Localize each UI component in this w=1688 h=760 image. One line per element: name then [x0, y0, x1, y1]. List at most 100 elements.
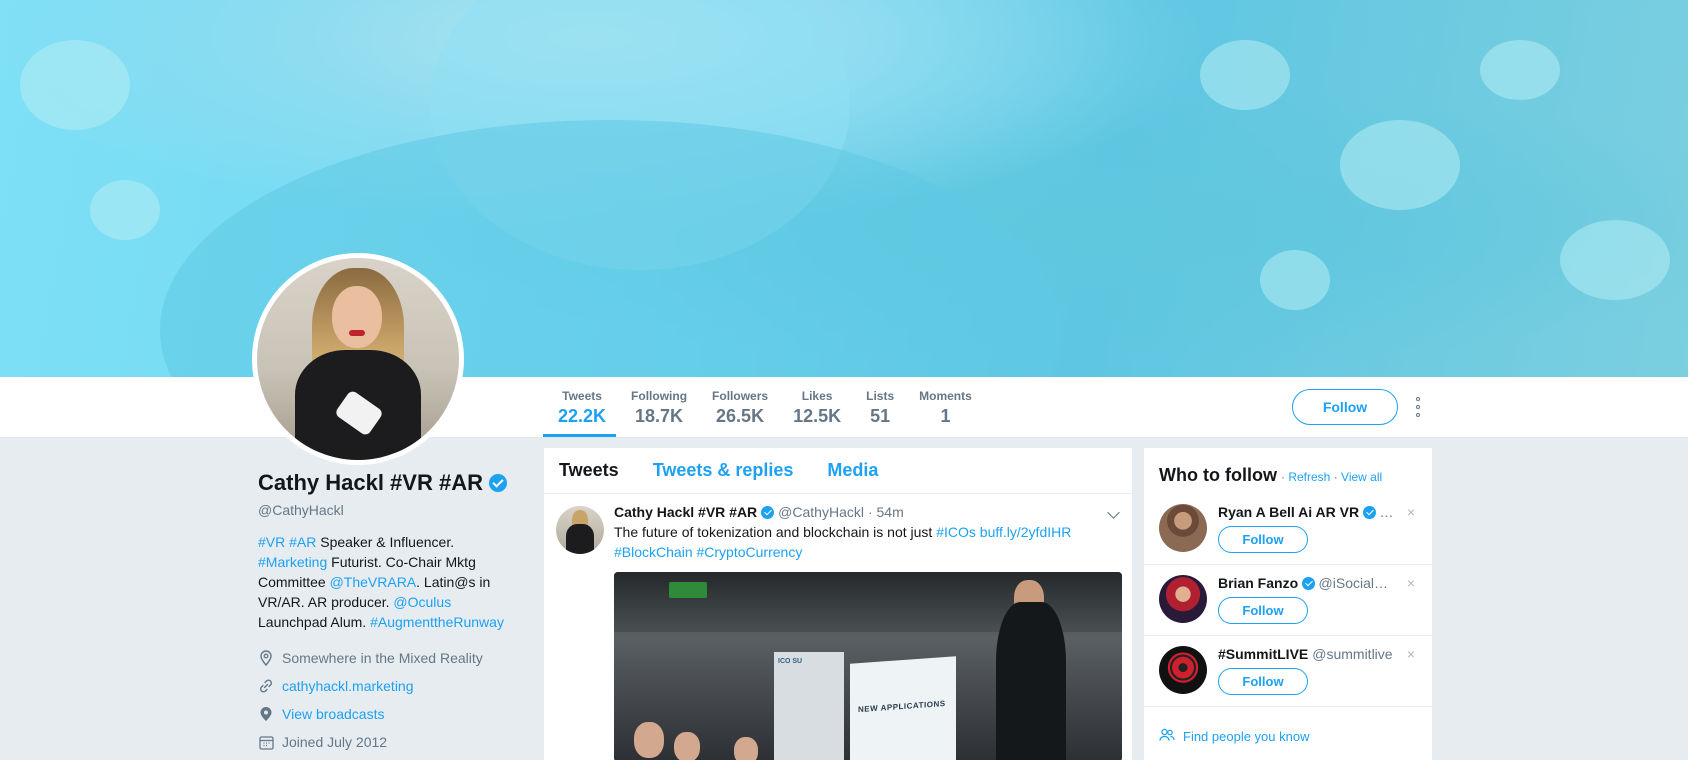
suggested-account[interactable]: Ryan A Bell Ai AR VR … × Follow — [1144, 494, 1432, 565]
inline-text: Speaker & Influencer. — [316, 534, 455, 550]
stat-likes[interactable]: Likes 12.5K — [778, 377, 851, 437]
tweet-timestamp[interactable]: · 54m — [868, 504, 904, 520]
verified-badge-icon — [1363, 505, 1376, 519]
link-icon — [258, 678, 274, 694]
find-people-text[interactable]: Find people you know — [1183, 729, 1309, 744]
suggested-account[interactable]: Brian Fanzo @iSocialF… × Follow — [1144, 565, 1432, 636]
profile-bio: #VR #AR Speaker & Influencer. #Marketing… — [258, 532, 508, 632]
verified-badge-icon — [761, 505, 775, 519]
stat-followers[interactable]: Followers 26.5K — [697, 377, 778, 437]
tweet-avatar[interactable] — [556, 506, 604, 554]
suggested-account-name[interactable]: #SummitLIVE — [1218, 646, 1308, 662]
inline-link[interactable]: #AugmenttheRunway — [370, 614, 504, 630]
suggested-account-name[interactable]: Brian Fanzo — [1218, 575, 1298, 591]
profile-stats: Tweets 22.2K Following 18.7K Followers 26.5K L… — [543, 377, 982, 437]
follow-button[interactable]: Follow — [1218, 597, 1308, 624]
periscope-icon — [258, 706, 274, 722]
profile-name-text[interactable]: Cathy Hackl #VR #AR — [258, 470, 483, 496]
people-icon — [1159, 728, 1175, 745]
stat-following[interactable]: Following 18.7K — [616, 377, 697, 437]
location-pin-icon — [258, 650, 274, 666]
who-to-follow-list: Ryan A Bell Ai AR VR … × Follow Brian Fa… — [1144, 494, 1432, 707]
stat-label: Followers — [712, 389, 769, 403]
banner-bokeh — [1340, 120, 1460, 210]
profile-header-banner — [0, 0, 1688, 377]
suggested-account[interactable]: #SummitLIVE @summitlive × Follow — [1144, 636, 1432, 707]
profile-handle[interactable]: @CathyHackl — [258, 502, 508, 518]
tweet-header: Cathy Hackl #VR #AR @CathyHackl · 54m — [614, 504, 1122, 520]
tweet-author-name[interactable]: Cathy Hackl #VR #AR — [614, 504, 757, 520]
banner-bokeh — [20, 40, 130, 130]
profile-broadcasts: View broadcasts — [258, 700, 508, 728]
dismiss-icon[interactable]: × — [1407, 646, 1415, 662]
calendar-icon — [258, 734, 274, 750]
inline-link[interactable]: @TheVRARA — [330, 574, 417, 590]
exit-sign — [669, 582, 707, 598]
inline-text: Launchpad Alum. — [258, 614, 371, 630]
follow-button[interactable]: Follow — [1292, 389, 1398, 425]
follow-button[interactable]: Follow — [1218, 668, 1308, 695]
banner-bokeh — [1560, 220, 1670, 300]
separator: · — [1280, 470, 1285, 484]
stat-label: Following — [631, 389, 688, 403]
suggested-account-avatar[interactable] — [1159, 646, 1207, 694]
stat-value: 26.5K — [716, 406, 765, 426]
suggested-account-handle[interactable]: … — [1380, 504, 1393, 520]
view-broadcasts-link[interactable]: View broadcasts — [282, 706, 384, 722]
inline-link[interactable]: buff.ly/2yfdIHR — [980, 524, 1072, 540]
event-banner-text: ICO SU — [778, 658, 803, 665]
presentation-screen: NEW APPLICATIONS — [850, 656, 956, 760]
tab-media[interactable]: Media — [827, 460, 878, 481]
tweet-media-image[interactable]: ICO SU NEW APPLICATIONS — [614, 572, 1122, 760]
suggested-account-name[interactable]: Ryan A Bell Ai AR VR — [1218, 504, 1359, 520]
view-all-link[interactable]: View all — [1341, 470, 1382, 484]
stat-moments[interactable]: Moments 1 — [904, 377, 982, 437]
joined-text: Joined July 2012 — [282, 734, 388, 750]
suggested-account-avatar[interactable] — [1159, 575, 1207, 623]
profile-meta: Somewhere in the Mixed Reality cathyhack… — [258, 644, 508, 756]
screen-title: NEW APPLICATIONS — [858, 699, 946, 715]
who-to-follow-header: Who to follow · Refresh · View all — [1144, 448, 1432, 486]
inline-link[interactable]: #CryptoCurrency — [697, 544, 803, 560]
more-options-icon[interactable] — [1413, 397, 1423, 417]
website-link[interactable]: cathyhackl.marketing — [282, 678, 414, 694]
timeline-tabs: Tweets Tweets & replies Media — [544, 448, 1132, 494]
dismiss-icon[interactable]: × — [1407, 504, 1415, 520]
tab-tweets-replies[interactable]: Tweets & replies — [653, 460, 794, 481]
dismiss-icon[interactable]: × — [1407, 575, 1415, 591]
tweet-text: The future of tokenization and blockchai… — [614, 522, 1122, 562]
inline-link[interactable]: #VR — [258, 534, 285, 550]
speaker-figure — [996, 602, 1066, 760]
event-banner: ICO SU — [774, 652, 844, 760]
suggested-account-handle[interactable]: @summitlive — [1312, 646, 1392, 662]
profile-name[interactable]: Cathy Hackl #VR #AR — [258, 470, 508, 496]
tweet-author-handle[interactable]: @CathyHackl — [778, 504, 864, 520]
stat-tweets[interactable]: Tweets 22.2K — [543, 377, 617, 437]
stat-label: Likes — [801, 389, 833, 403]
banner-bokeh — [1480, 40, 1560, 100]
profile-navbar: Tweets 22.2K Following 18.7K Followers 26.5K L… — [0, 377, 1688, 438]
profile-avatar[interactable] — [252, 253, 464, 465]
who-to-follow-title: Who to follow — [1159, 465, 1277, 485]
inline-link[interactable]: #Marketing — [258, 554, 327, 570]
inline-link[interactable]: #BlockChain — [614, 544, 693, 560]
stat-label: Tweets — [562, 389, 602, 403]
stat-label: Moments — [919, 389, 972, 403]
location-text: Somewhere in the Mixed Reality — [282, 650, 483, 666]
inline-link[interactable]: @Oculus — [393, 594, 451, 610]
inline-link[interactable]: #AR — [289, 534, 316, 550]
profile-website: cathyhackl.marketing — [258, 672, 508, 700]
who-to-follow-links: · Refresh · View all — [1281, 470, 1382, 484]
tab-tweets[interactable]: Tweets — [559, 460, 619, 481]
follow-button[interactable]: Follow — [1218, 526, 1308, 553]
find-people-link[interactable]: Find people you know — [1159, 728, 1309, 745]
stat-lists[interactable]: Lists 51 — [851, 377, 904, 437]
refresh-link[interactable]: Refresh — [1288, 470, 1330, 484]
suggested-account-handle[interactable]: @iSocialF… — [1319, 575, 1393, 591]
verified-badge-icon — [488, 474, 507, 492]
stat-value: 1 — [940, 406, 951, 426]
suggested-account-avatar[interactable] — [1159, 504, 1207, 552]
tweet[interactable]: Cathy Hackl #VR #AR @CathyHackl · 54m Th… — [544, 494, 1132, 760]
inline-link[interactable]: #ICOs — [936, 524, 976, 540]
banner-bokeh — [90, 180, 160, 240]
